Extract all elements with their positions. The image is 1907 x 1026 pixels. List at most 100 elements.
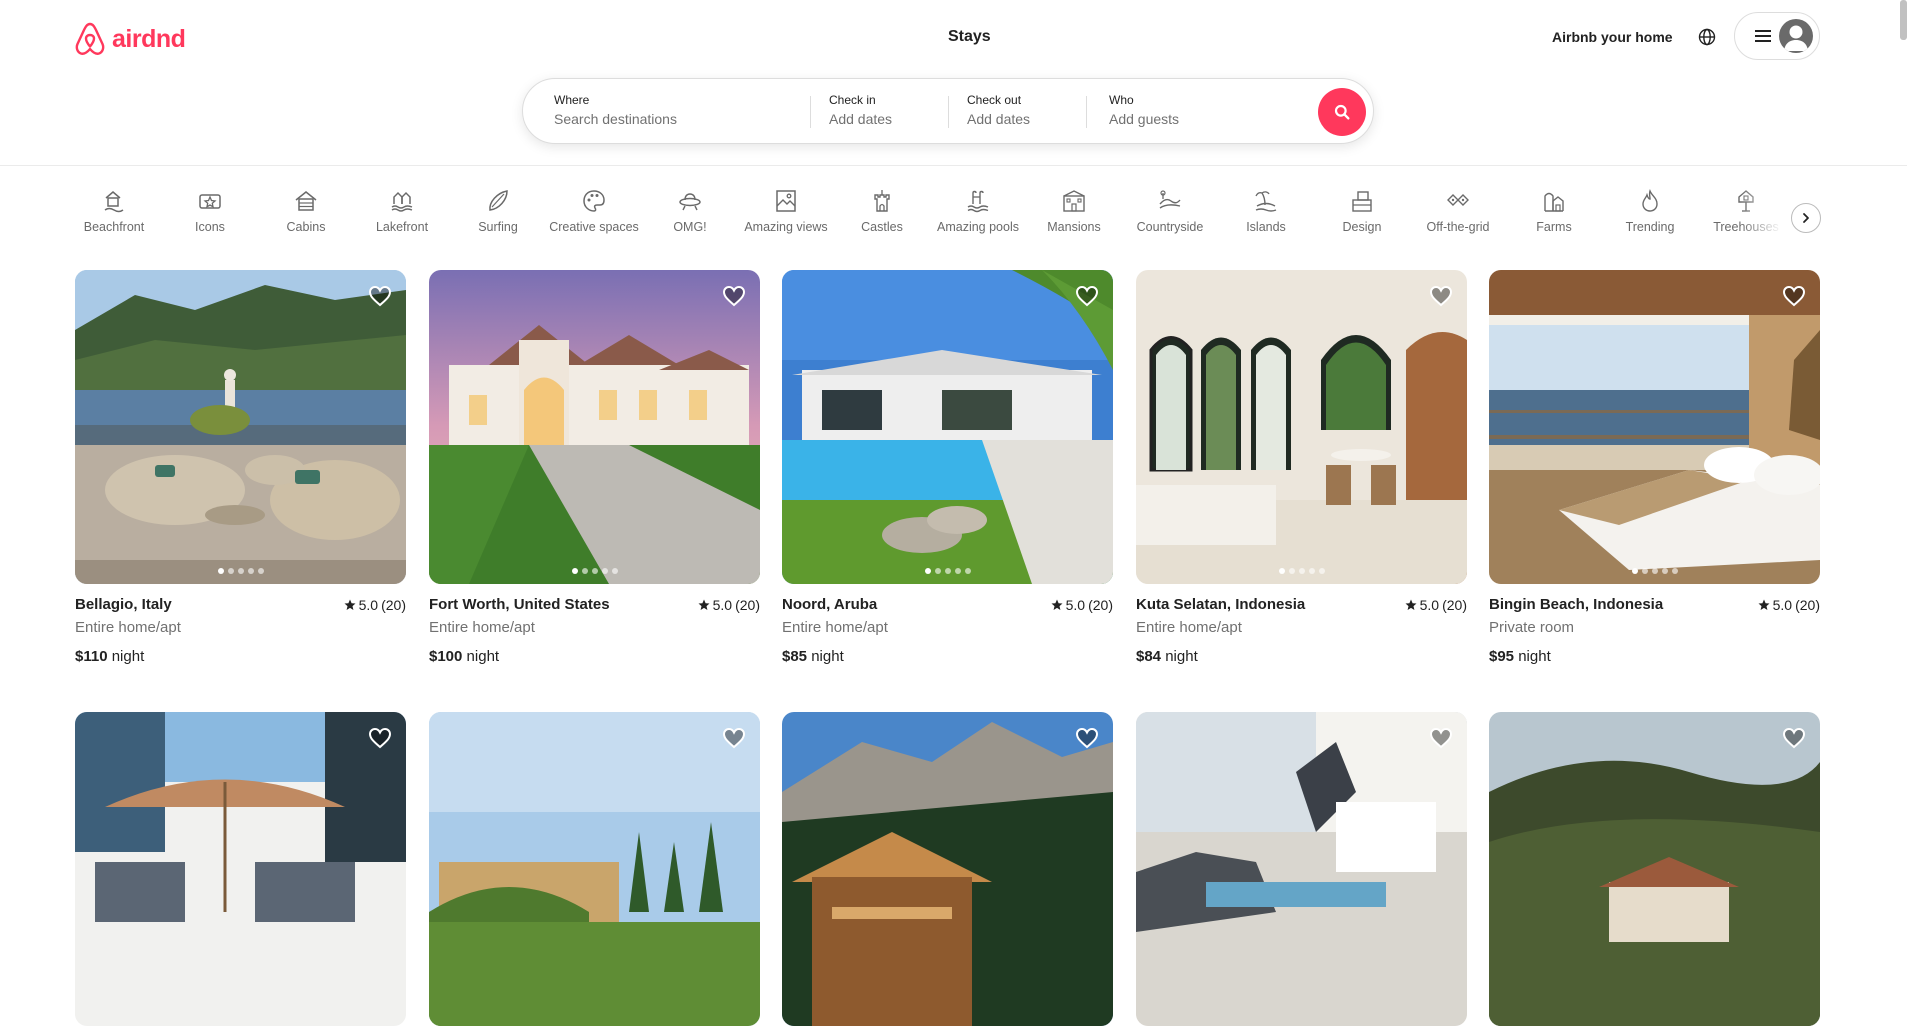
star-icon <box>1758 599 1770 610</box>
listing-type: Entire home/apt <box>782 619 888 636</box>
category-label: Design <box>1342 220 1382 234</box>
guests-value: Add guests <box>1109 111 1180 127</box>
price-amount: $95 <box>1489 648 1515 665</box>
price-unit: night <box>1165 648 1198 665</box>
pool-villa-photo <box>782 270 1113 584</box>
cliff-villa-photo <box>1136 712 1467 1026</box>
listing-photo[interactable] <box>1136 270 1467 584</box>
terrace-lake-photo <box>75 270 406 584</box>
destination-input[interactable]: Search destinations <box>554 111 677 127</box>
where-field[interactable]: Where Search destinations <box>554 93 677 127</box>
ufo-icon <box>679 193 701 211</box>
category-label: Icons <box>195 220 225 234</box>
listing-rating: 5.0 (20) <box>1758 597 1820 613</box>
listing-photo[interactable] <box>782 712 1113 1026</box>
check-in-field[interactable]: Check in Add dates <box>829 93 892 127</box>
category-icons[interactable]: Icons <box>162 188 258 234</box>
heart-icon[interactable] <box>1429 726 1453 750</box>
stays-tab[interactable]: Stays <box>948 28 991 46</box>
search-button[interactable] <box>1318 88 1366 136</box>
listing-rating: 5.0 (20) <box>698 597 760 613</box>
listing-photo[interactable] <box>1136 712 1467 1026</box>
category-next-button[interactable] <box>1791 203 1821 233</box>
listing-photo[interactable] <box>1489 712 1820 1026</box>
category-farms[interactable]: Farms <box>1506 188 1602 234</box>
listing-rating: 5.0 (20) <box>344 597 406 613</box>
avatar <box>1779 19 1813 53</box>
category-amazing-pools[interactable]: Amazing pools <box>930 188 1026 234</box>
who-label: Who <box>1109 93 1134 107</box>
listing-type: Entire home/apt <box>1136 619 1242 636</box>
category-trending[interactable]: Trending <box>1602 188 1698 234</box>
category-omg[interactable]: OMG! <box>642 188 738 234</box>
mansion-icon <box>1063 190 1085 212</box>
listing-type: Private room <box>1489 619 1575 636</box>
heart-icon[interactable] <box>722 726 746 750</box>
photo-carousel-dots <box>924 568 971 574</box>
heart-icon[interactable] <box>1782 284 1806 308</box>
courtyard-umbrella-photo <box>75 712 406 1026</box>
check-in-label: Check in <box>829 93 876 107</box>
palette-icon <box>583 190 605 212</box>
globe-icon[interactable] <box>1697 27 1717 47</box>
price-unit: night <box>466 648 500 665</box>
category-off-the-grid[interactable]: Off-the-grid <box>1410 188 1506 234</box>
category-castles[interactable]: Castles <box>834 188 930 234</box>
listing-price: $95 night <box>1489 648 1820 665</box>
category-amazing-views[interactable]: Amazing views <box>738 188 834 234</box>
ocean-bedroom-photo <box>1489 270 1820 584</box>
listing-photo[interactable] <box>429 712 760 1026</box>
check-out-field[interactable]: Check out Add dates <box>967 93 1030 127</box>
surfboard-icon <box>489 190 508 211</box>
heart-icon[interactable] <box>368 284 392 308</box>
off-grid-icon <box>1447 194 1469 206</box>
listing-info: Fort Worth, United States 5.0 (20) Entire… <box>429 596 760 665</box>
category-design[interactable]: Design <box>1314 188 1410 234</box>
alpine-chalet-photo <box>782 712 1113 1026</box>
heart-icon[interactable] <box>1075 284 1099 308</box>
listing-photo[interactable] <box>429 270 760 584</box>
listing-photo[interactable] <box>782 270 1113 584</box>
rating-value: 5.0 <box>1772 597 1793 613</box>
listing-info: Bingin Beach, Indonesia 5.0 (20) Private … <box>1489 596 1820 665</box>
arched-interior-photo <box>1136 270 1467 584</box>
review-count: (20) <box>381 597 406 613</box>
price-amount: $110 <box>75 648 108 665</box>
page-scrollbar[interactable] <box>1900 0 1907 40</box>
heart-icon[interactable] <box>368 726 392 750</box>
price-amount: $100 <box>429 648 463 665</box>
listing-photo[interactable] <box>75 712 406 1026</box>
who-field[interactable]: Who Add guests <box>1109 93 1179 127</box>
listing-type: Entire home/apt <box>75 619 181 636</box>
listing-photo[interactable] <box>75 270 406 584</box>
airbnb-your-home-link[interactable]: Airbnb your home <box>1552 29 1673 45</box>
heart-icon[interactable] <box>1429 284 1453 308</box>
review-count: (20) <box>1795 597 1820 613</box>
heart-icon[interactable] <box>1075 726 1099 750</box>
heart-icon[interactable] <box>722 284 746 308</box>
category-mansions[interactable]: Mansions <box>1026 188 1122 234</box>
icons-icon <box>199 194 221 209</box>
category-cabins[interactable]: Cabins <box>258 188 354 234</box>
category-countryside[interactable]: Countryside <box>1122 188 1218 234</box>
category-label: Mansions <box>1047 220 1101 234</box>
brand-logo[interactable]: airdnd <box>74 22 186 56</box>
photo-carousel-dots <box>217 568 264 574</box>
profile-menu-button[interactable] <box>1734 12 1820 60</box>
country-estate-photo <box>429 712 760 1026</box>
category-lakefront[interactable]: Lakefront <box>354 188 450 234</box>
rating-value: 5.0 <box>1065 597 1086 613</box>
lakefront-icon <box>391 191 413 212</box>
listing-price: $84 night <box>1136 648 1467 665</box>
category-islands[interactable]: Islands <box>1218 188 1314 234</box>
search-icon <box>1334 104 1350 120</box>
hillside-house-photo <box>1489 712 1820 1026</box>
category-beachfront[interactable]: Beachfront <box>66 188 162 234</box>
category-creative-spaces[interactable]: Creative spaces <box>546 188 642 234</box>
category-surfing[interactable]: Surfing <box>450 188 546 234</box>
island-icon <box>1255 191 1277 212</box>
listing-photo[interactable] <box>1489 270 1820 584</box>
review-count: (20) <box>1442 597 1467 613</box>
heart-icon[interactable] <box>1782 726 1806 750</box>
category-label: Beachfront <box>83 220 145 234</box>
